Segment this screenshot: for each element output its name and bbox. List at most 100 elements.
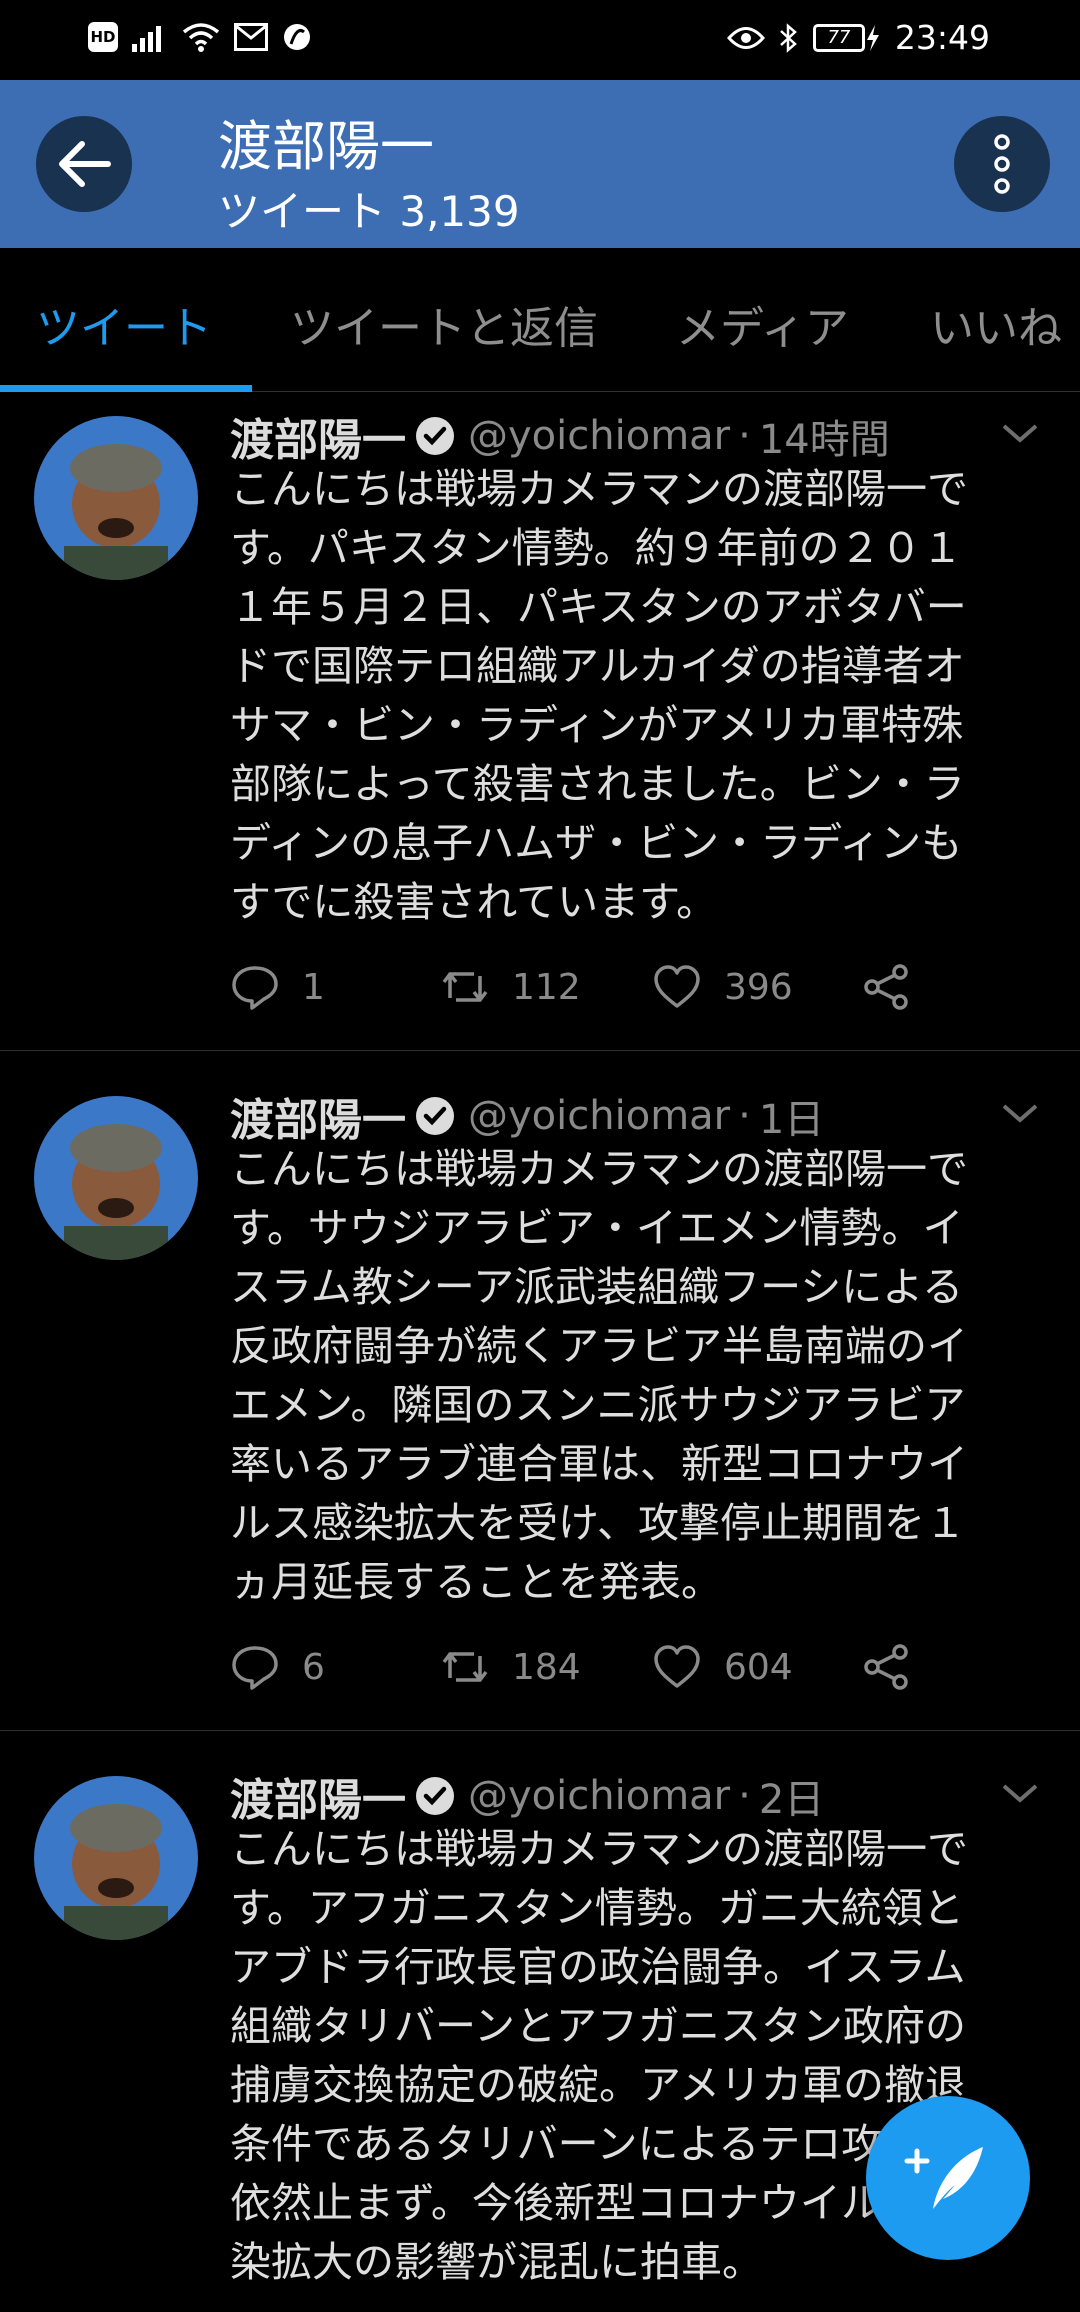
bluetooth-icon — [780, 22, 797, 53]
status-bar: HD 77 23:49 — [0, 0, 1080, 80]
tweet-line: す。パキスタン情勢。約９年前の２０１ — [230, 524, 963, 572]
share-icon — [864, 964, 908, 1010]
heart-icon — [654, 965, 700, 1008]
tab-likes[interactable]: いいね — [930, 292, 1062, 356]
retweet-count: 184 — [512, 1646, 581, 1688]
active-tab-indicator — [0, 385, 252, 392]
tweet-time: 14時間 — [758, 417, 890, 463]
eye-icon — [726, 26, 765, 49]
more-vertical-icon — [994, 134, 1010, 194]
reply-count: 1 — [302, 966, 325, 1008]
avatar[interactable] — [34, 1776, 198, 1940]
divider — [0, 1730, 1080, 1731]
tweet-line: アブドラ行政長官の政治闘争。イスラム — [230, 1943, 966, 1991]
separator-dot: · — [738, 413, 751, 459]
reply-count: 6 — [302, 1646, 325, 1688]
author-name[interactable]: 渡部陽一 — [230, 404, 406, 468]
signal-icon — [132, 26, 161, 52]
tweet-line: 組織タリバーンとアフガニスタン政府の — [230, 2002, 966, 2050]
tweet-header: 渡部陽一 @yoichiomar · 14時間 — [230, 404, 890, 468]
profile-header: 渡部陽一 ツイート 3,139 — [0, 80, 1080, 248]
reply-icon — [232, 1646, 278, 1690]
tweet-time: 2日 — [758, 1777, 825, 1823]
hd-icon: HD — [88, 22, 118, 52]
author-handle: @yoichiomar — [468, 413, 731, 459]
tweet-line: すでに殺害されています。 — [230, 878, 718, 926]
chevron-down-icon[interactable] — [1000, 1782, 1040, 1806]
tweet-text: こんにちは戦場カメラマンの渡部陽一で す。パキスタン情勢。約９年前の２０１ １年… — [230, 460, 1050, 932]
divider — [0, 1050, 1080, 1051]
avatar[interactable] — [34, 1096, 198, 1260]
compose-tweet-button[interactable] — [866, 2096, 1030, 2260]
tweet-item[interactable]: 渡部陽一 @yoichiomar · 14時間 こんにちは戦場カメラマンの渡部陽… — [0, 400, 1080, 1050]
separator-dot: · — [738, 1773, 751, 1819]
retweet-button[interactable]: 112 — [440, 962, 581, 1012]
tweet-line: １年５月２日、パキスタンのアボタバー — [230, 583, 967, 631]
tweet-line: ディンの息子ハムザ・ビン・ラディンも — [230, 819, 963, 867]
tweet-header: 渡部陽一 @yoichiomar · 2日 — [230, 1764, 824, 1828]
status-left-icons: HD — [88, 22, 312, 52]
tweet-line: 反政府闘争が続くアラビア半島南端のイ — [230, 1322, 968, 1370]
verified-badge-icon — [416, 1777, 454, 1815]
author-handle: @yoichiomar — [468, 1093, 731, 1139]
tweet-line: 率いるアラブ連合軍は、新型コロナウイ — [230, 1440, 968, 1488]
tweet-line: ドで国際テロ組織アルカイダの指導者オ — [230, 642, 965, 690]
tweet-actions: 1 112 396 — [230, 962, 930, 1022]
reply-button[interactable]: 1 — [230, 962, 325, 1012]
chevron-down-icon[interactable] — [1000, 422, 1040, 446]
tweet-item[interactable]: 渡部陽一 @yoichiomar · 1日 こんにちは戦場カメラマンの渡部陽一で… — [0, 1080, 1080, 1730]
tweet-count: ツイート 3,139 — [218, 187, 520, 236]
tweet-line: スラム教シーア派武装組織フーシによる — [230, 1263, 964, 1311]
tweet-line: エメン。隣国のスンニ派サウジアラビア — [230, 1381, 966, 1429]
author-name[interactable]: 渡部陽一 — [230, 1084, 406, 1148]
tab-tweets[interactable]: ツイート — [36, 292, 212, 356]
reply-icon — [232, 966, 278, 1010]
like-count: 604 — [724, 1646, 793, 1688]
tweet-time: 1日 — [758, 1097, 825, 1143]
retweet-icon — [442, 1652, 488, 1682]
tweet-line: こんにちは戦場カメラマンの渡部陽一で — [230, 465, 968, 513]
battery-icon: 77 — [812, 23, 881, 53]
status-right-icons: 77 23:49 — [726, 18, 990, 57]
clock: 23:49 — [894, 18, 990, 57]
like-button[interactable]: 604 — [652, 1642, 793, 1692]
tweet-line: サマ・ビン・ラディンがアメリカ軍特殊 — [230, 701, 964, 749]
author-name[interactable]: 渡部陽一 — [230, 1764, 406, 1828]
tweet-line: ルス感染拡大を受け、攻撃停止期間を１ — [230, 1499, 966, 1547]
arrow-left-icon — [59, 141, 111, 187]
tab-media[interactable]: メディア — [676, 292, 849, 356]
retweet-button[interactable]: 184 — [440, 1642, 581, 1692]
tweet-line: ヵ月延長することを発表。 — [230, 1558, 722, 1606]
tweet-header: 渡部陽一 @yoichiomar · 1日 — [230, 1084, 824, 1148]
share-button[interactable] — [862, 1642, 912, 1692]
verified-badge-icon — [416, 1097, 454, 1135]
like-button[interactable]: 396 — [652, 962, 793, 1012]
tweet-line: す。アフガニスタン情勢。ガニ大統領と — [230, 1884, 964, 1932]
back-button[interactable] — [36, 116, 132, 212]
share-icon — [864, 1644, 908, 1690]
chevron-down-icon[interactable] — [1000, 1102, 1040, 1126]
heart-icon — [654, 1645, 700, 1688]
tweet-line: こんにちは戦場カメラマンの渡部陽一で — [230, 1145, 968, 1193]
mail-icon — [234, 23, 268, 51]
more-options-button[interactable] — [954, 116, 1050, 212]
charging-icon — [866, 24, 879, 51]
share-button[interactable] — [862, 962, 912, 1012]
tweet-actions: 6 184 604 — [230, 1642, 930, 1702]
author-handle: @yoichiomar — [468, 1773, 731, 1819]
compose-tweet-icon — [904, 2147, 983, 2209]
profile-tabs: ツイート ツイートと返信 メディア いいね — [0, 248, 1080, 392]
verified-badge-icon — [416, 417, 454, 455]
tweet-line: す。サウジアラビア・イエメン情勢。イ — [230, 1204, 964, 1252]
retweet-count: 112 — [512, 966, 581, 1008]
tab-tweets-and-replies[interactable]: ツイートと返信 — [290, 292, 598, 356]
retweet-icon — [442, 972, 488, 1002]
separator-dot: · — [738, 1093, 751, 1139]
reply-button[interactable]: 6 — [230, 1642, 325, 1692]
app-notification-icon — [284, 24, 310, 50]
tweet-text: こんにちは戦場カメラマンの渡部陽一で す。サウジアラビア・イエメン情勢。イ スラ… — [230, 1140, 1050, 1612]
tweet-line: こんにちは戦場カメラマンの渡部陽一で — [230, 1825, 968, 1873]
avatar[interactable] — [34, 416, 198, 580]
profile-name: 渡部陽一 — [218, 115, 434, 178]
like-count: 396 — [724, 966, 793, 1008]
